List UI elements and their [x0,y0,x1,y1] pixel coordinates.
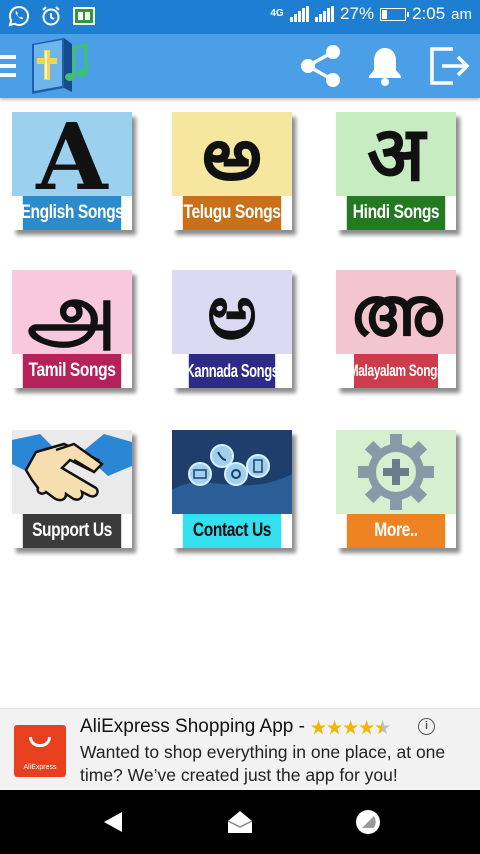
tile-malayalam-label: Malayalam Songs [349,354,444,388]
tile-english-songs[interactable]: A English Songs [12,112,132,230]
tile-tamil-songs[interactable]: அ Tamil Songs [12,270,132,388]
status-notifications [8,5,95,27]
tile-more[interactable]: More.. [336,430,456,548]
tile-kannada-songs[interactable]: ಅ Kannada Songs [172,270,292,388]
tile-telugu-songs[interactable]: అ Telugu Songs [172,112,292,230]
tile-english-art: A [12,112,132,196]
tile-english-label: English Songs [21,196,124,230]
tile-more-art [336,430,456,514]
tile-kannada-label: Kannada Songs [185,354,279,388]
clock-time: 2:05 [412,4,446,23]
tile-telugu-label: Telugu Songs [182,196,282,230]
hindi-letter-icon: अ [366,112,426,196]
tile-hindi-songs[interactable]: अ Hindi Songs [336,112,456,230]
battery-level-fill [382,9,387,19]
tile-contact-label: Contact Us [182,514,282,548]
battery-percent: 27% [340,4,375,23]
menu-icon[interactable] [0,55,16,77]
exit-icon[interactable] [424,42,474,90]
ad-logo-text: AliExpress [23,764,57,771]
share-icon[interactable] [296,42,346,90]
gear-plus-icon [358,434,434,510]
ad-title: AliExpress Shopping App - [80,716,305,737]
tile-more-label: More.. [346,514,446,548]
signal-strength-icon [290,6,310,22]
handshake-icon [12,434,132,502]
ad-banner[interactable]: AliExpress AliExpress Shopping App - ★★★… [0,708,480,790]
tile-tamil-label: Tamil Songs [22,354,122,388]
tile-contact-us[interactable]: Contact Us [172,430,292,548]
ad-info-icon[interactable]: i [418,718,435,735]
tile-support-art [12,430,132,514]
navigation-bar [0,790,480,854]
app-bar [0,34,480,98]
aliexpress-logo-icon: AliExpress [14,725,66,777]
app-logo-icon[interactable] [24,36,90,96]
status-system: 4G 27% 2:05 am [270,4,472,24]
communication-icons [172,430,292,514]
tile-malayalam-songs[interactable]: അ Malayalam Songs [336,270,456,388]
tile-telugu-art: అ [172,112,292,196]
whatsapp-call-icon [8,5,30,27]
ad-body-text: Wanted to shop everything in one place, … [80,742,446,785]
tile-contact-art [172,430,292,514]
kannada-letter-icon: ಅ [206,270,258,354]
malayalam-letter-icon: അ [349,272,443,352]
ad-rating-stars: ★★★★★ ★★★★★ [310,717,391,739]
recents-icon[interactable] [351,806,385,838]
tile-hindi-label: Hindi Songs [346,196,446,230]
back-icon[interactable] [96,806,130,838]
network-type-label: 4G [270,8,284,19]
alarm-icon [40,5,62,27]
tamil-letter-icon: அ [27,270,117,354]
tile-support-us[interactable]: Support Us [12,430,132,548]
tile-kannada-art: ಅ [172,270,292,354]
battery-icon [380,7,410,21]
ad-stars-filled: ★★★★★ [310,717,382,739]
notification-app-icon [72,5,95,27]
home-icon[interactable] [223,806,257,838]
telugu-letter-icon: అ [202,112,262,196]
bell-icon[interactable] [360,42,410,90]
signal-strength-2-icon [315,6,335,22]
screen: 4G 27% 2:05 am A English Songs అ Telugu … [0,0,480,854]
status-bar: 4G 27% 2:05 am [0,0,480,34]
tile-malayalam-art: അ [336,270,456,354]
tile-hindi-art: अ [336,112,456,196]
tile-tamil-art: அ [12,270,132,354]
english-letter-icon: A [36,112,108,196]
tile-support-label: Support Us [22,514,122,548]
clock-ampm: am [451,5,472,23]
